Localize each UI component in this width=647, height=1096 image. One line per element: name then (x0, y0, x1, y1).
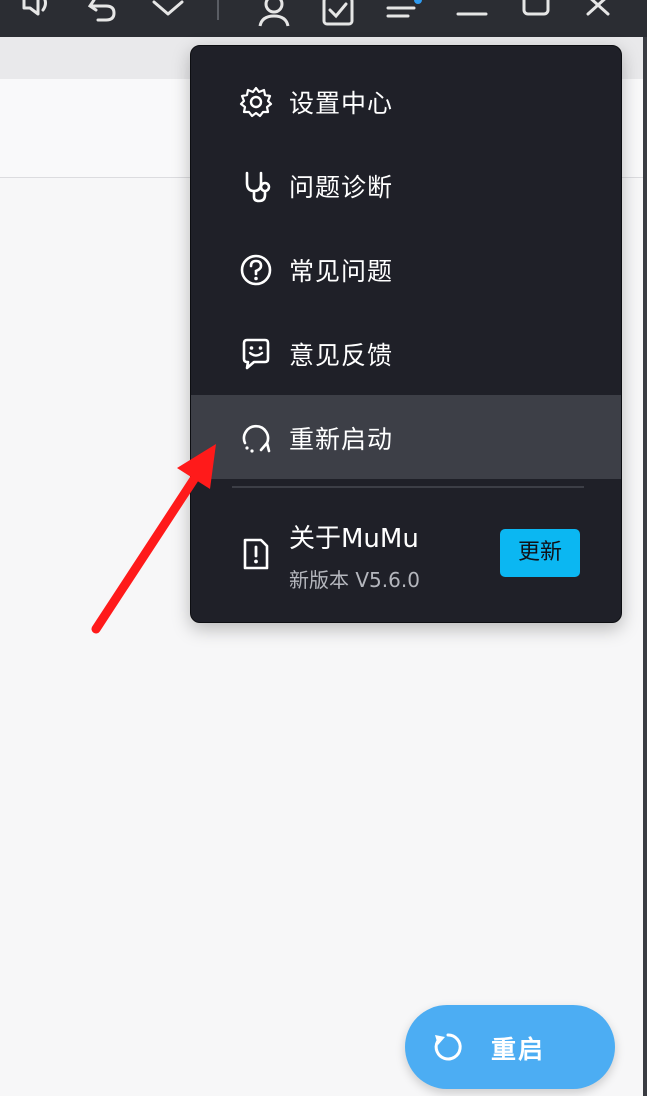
restart-icon (242, 424, 271, 453)
maximize-icon[interactable] (516, 0, 556, 30)
user-icon[interactable] (254, 0, 294, 30)
volume-icon[interactable] (16, 0, 56, 30)
menu-item-label: 设置中心 (289, 89, 394, 118)
menu-item-settings[interactable]: 设置中心 (191, 59, 621, 143)
question-circle-icon (240, 254, 272, 286)
stethoscope-icon (245, 171, 271, 203)
update-button[interactable]: 更新 (500, 529, 580, 577)
menu-divider (232, 486, 584, 488)
menu-item-diagnose[interactable]: 问题诊断 (191, 143, 621, 227)
menu-icon[interactable] (384, 0, 424, 30)
close-icon[interactable] (580, 0, 620, 30)
window-toolbar (0, 0, 647, 37)
undo-icon[interactable] (84, 0, 124, 30)
menu-item-label: 常见问题 (289, 257, 394, 286)
window-edge (643, 37, 647, 1096)
refresh-icon (434, 1033, 462, 1061)
info-document-icon (243, 538, 269, 570)
menu-item-feedback[interactable]: 意见反馈 (191, 311, 621, 395)
menu-item-label: 重新启动 (289, 425, 394, 454)
settings-dropdown-menu: 设置中心 问题诊断 常见问题 意见反馈 重新启动 关于MuMu 新版本 V5.6… (190, 45, 622, 623)
toolbar-separator (217, 0, 219, 20)
menu-item-restart[interactable]: 重新启动 (191, 395, 621, 479)
checklist-icon[interactable] (318, 0, 358, 30)
minimize-icon[interactable] (452, 0, 492, 30)
restart-button[interactable]: 重启 (405, 1005, 615, 1089)
about-mumu-title[interactable]: 关于MuMu (289, 518, 419, 555)
feedback-icon (242, 338, 270, 370)
menu-item-label: 问题诊断 (289, 173, 394, 202)
menu-item-faq[interactable]: 常见问题 (191, 227, 621, 311)
gear-icon (239, 86, 273, 118)
restart-button-label: 重启 (491, 1035, 546, 1064)
menu-item-label: 意见反馈 (289, 341, 394, 370)
new-version-text: 新版本 V5.6.0 (289, 568, 420, 592)
diamond-icon[interactable] (148, 0, 188, 30)
